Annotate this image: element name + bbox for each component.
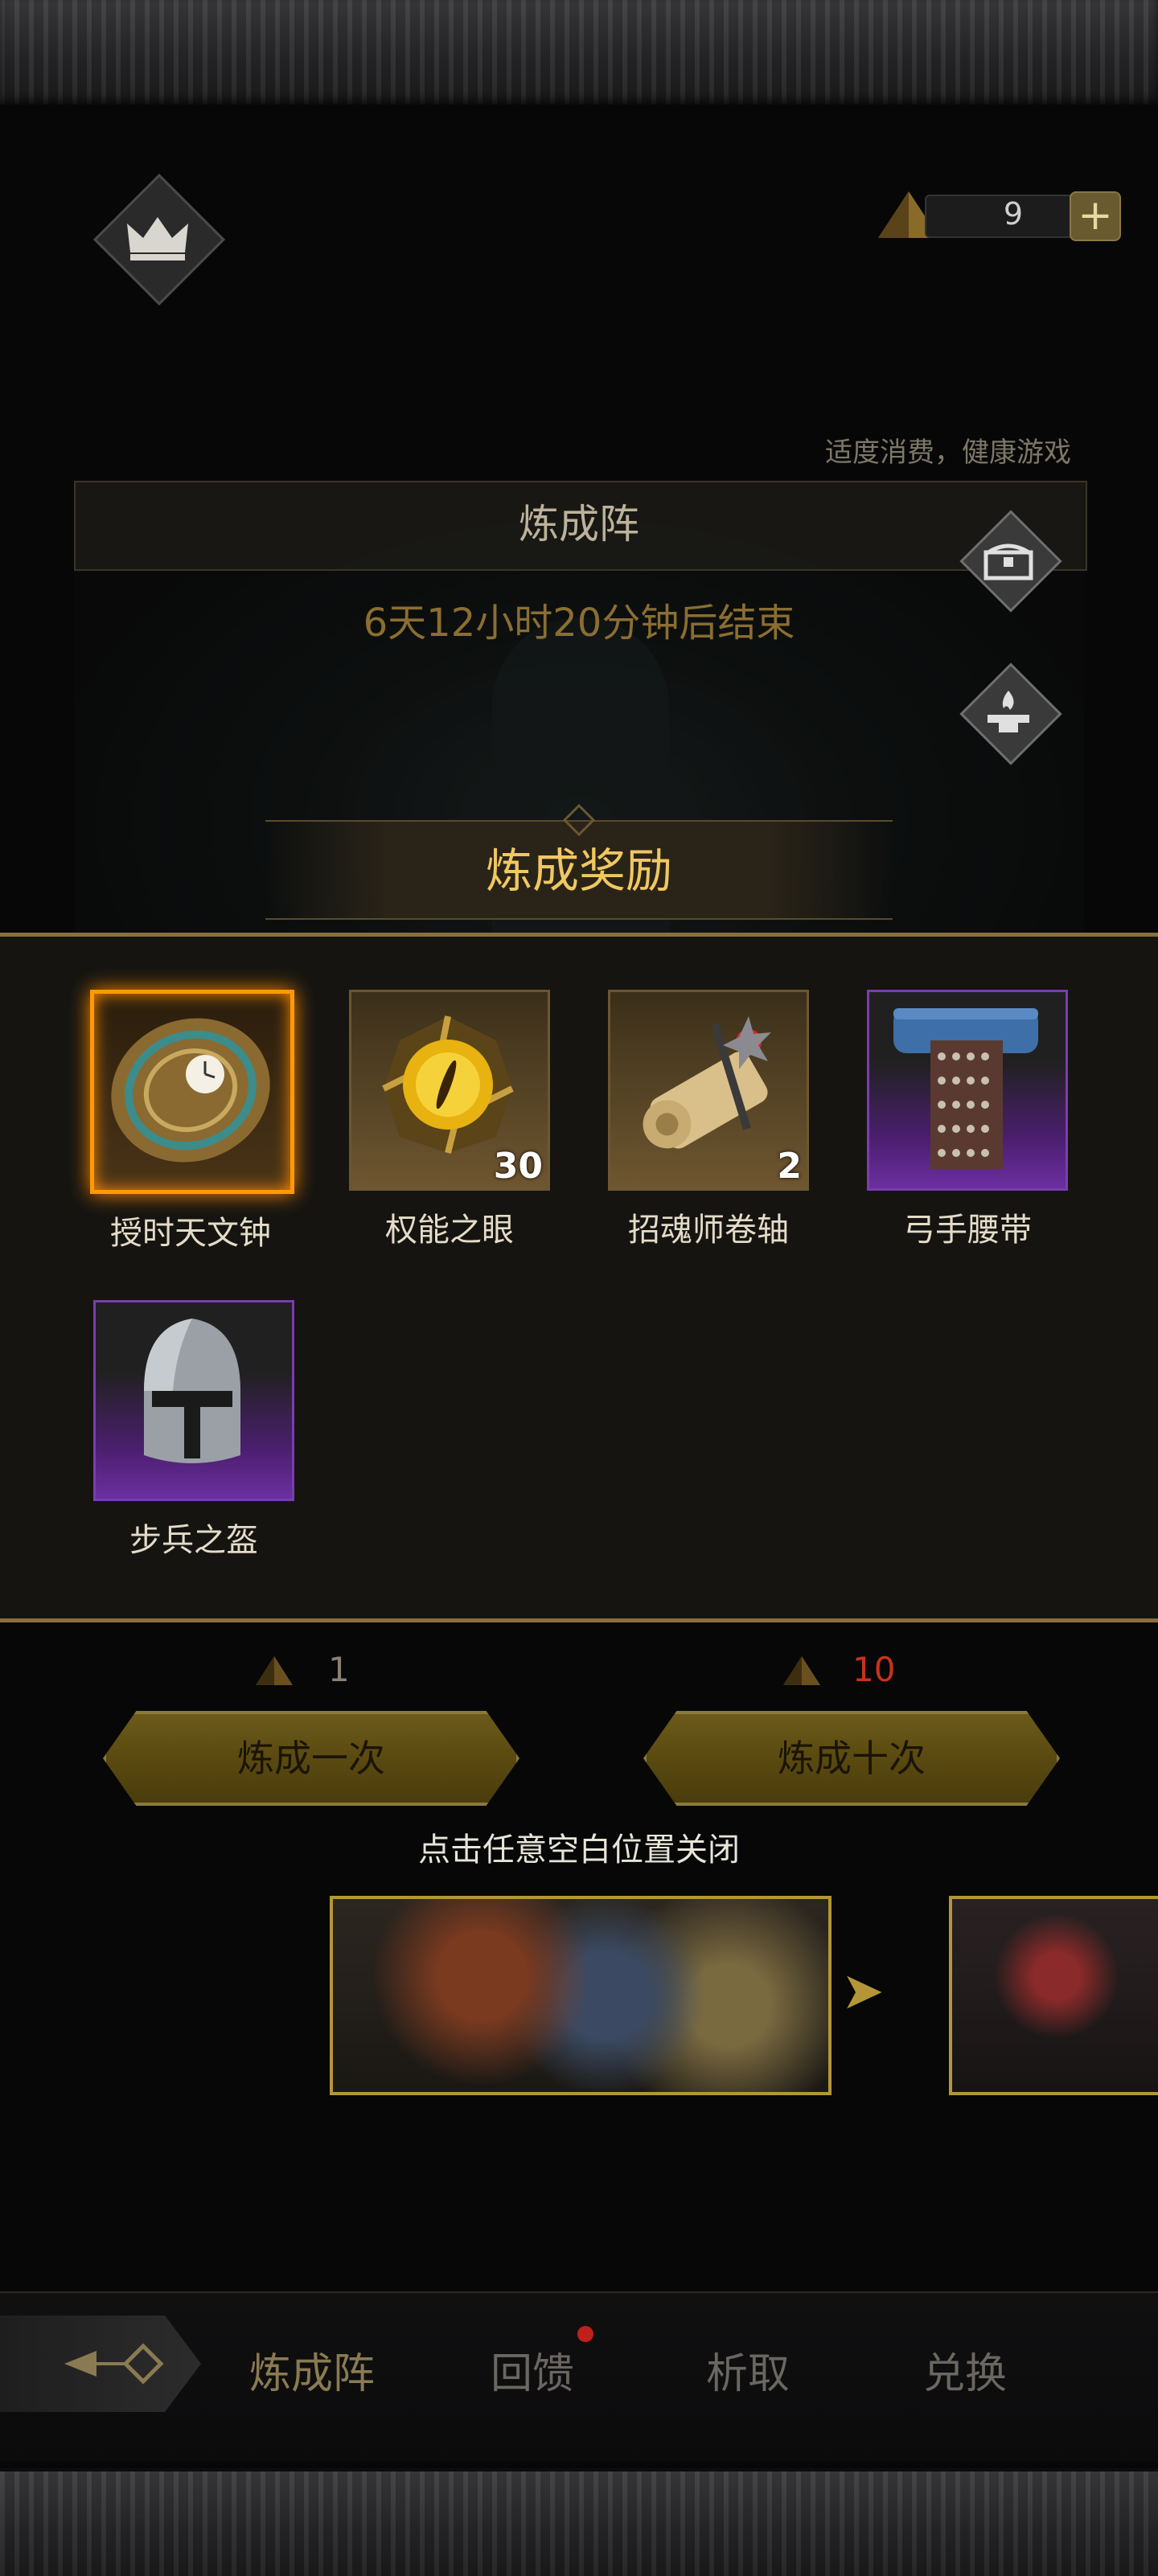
anvil-flame-icon xyxy=(988,691,1029,732)
tab-crafting-array[interactable]: 炼成阵 xyxy=(249,2340,375,2400)
bottom-ornament-frame xyxy=(0,2468,1158,2576)
belt-icon xyxy=(893,1008,1038,1169)
next-banner[interactable] xyxy=(949,1896,1158,2095)
health-tip: 适度消费，健康游戏 xyxy=(825,437,1071,469)
currency-count: 9 xyxy=(1003,196,1024,232)
craft-ten-button[interactable]: 炼成十次 xyxy=(643,1711,1060,1806)
pyramid-currency-icon xyxy=(783,1656,820,1685)
cost-ten: 10 xyxy=(852,1650,896,1689)
crown-button[interactable] xyxy=(92,173,226,306)
reward-popup: 授时天文钟 30 权能之眼 2 招魂师卷轴 弓手腰带 步兵之盔 xyxy=(0,933,1158,1622)
event-banner[interactable] xyxy=(330,1896,832,2095)
reward-title: 炼成奖励 xyxy=(485,843,672,898)
crown-icon xyxy=(127,217,188,260)
chest-icon xyxy=(983,544,1033,580)
tab-exchange[interactable]: 兑换 xyxy=(923,2340,1007,2400)
tab-rewards[interactable]: 回馈 xyxy=(491,2340,574,2400)
helmet-icon xyxy=(144,1319,240,1463)
close-hint: 点击任意空白位置关闭 xyxy=(418,1832,740,1868)
reward-item-necromancer-scroll[interactable]: 2 招魂师卷轴 xyxy=(608,990,809,1250)
craft-once-button[interactable]: 炼成一次 xyxy=(103,1711,519,1806)
forge-button[interactable] xyxy=(952,655,1065,768)
reward-item-name: 弓手腰带 xyxy=(903,1212,1032,1249)
scroll-icon xyxy=(643,1016,771,1149)
next-arrow-icon[interactable]: ➤ xyxy=(841,1962,885,2021)
back-arrow-icon xyxy=(64,2343,164,2385)
astronomical-clock-icon xyxy=(111,1018,270,1163)
cost-once: 1 xyxy=(328,1650,350,1689)
currency-display: 9 + xyxy=(877,187,1121,243)
ornament-diamond-icon xyxy=(563,804,595,836)
add-currency-button[interactable]: + xyxy=(1070,191,1121,241)
reward-item-name: 招魂师卷轴 xyxy=(628,1212,789,1249)
reward-item-name: 步兵之盔 xyxy=(129,1522,258,1559)
reward-item-infantry-helmet[interactable]: 步兵之盔 xyxy=(93,1300,294,1561)
reward-item-astronomical-clock[interactable]: 授时天文钟 xyxy=(90,990,294,1253)
reward-item-archer-belt[interactable]: 弓手腰带 xyxy=(867,990,1068,1250)
notification-dot xyxy=(577,2326,593,2342)
tab-extract[interactable]: 析取 xyxy=(706,2340,790,2400)
item-count: 2 xyxy=(777,1146,802,1187)
back-button[interactable] xyxy=(0,2316,201,2412)
reward-item-name: 授时天文钟 xyxy=(110,1215,271,1252)
pyramid-currency-icon xyxy=(256,1656,293,1685)
top-ornament-frame xyxy=(0,0,1158,108)
reward-item-eye-of-power[interactable]: 30 权能之眼 xyxy=(349,990,550,1250)
treasure-chest-button[interactable] xyxy=(952,502,1065,615)
reward-item-name: 权能之眼 xyxy=(385,1212,514,1249)
item-count: 30 xyxy=(493,1146,543,1187)
